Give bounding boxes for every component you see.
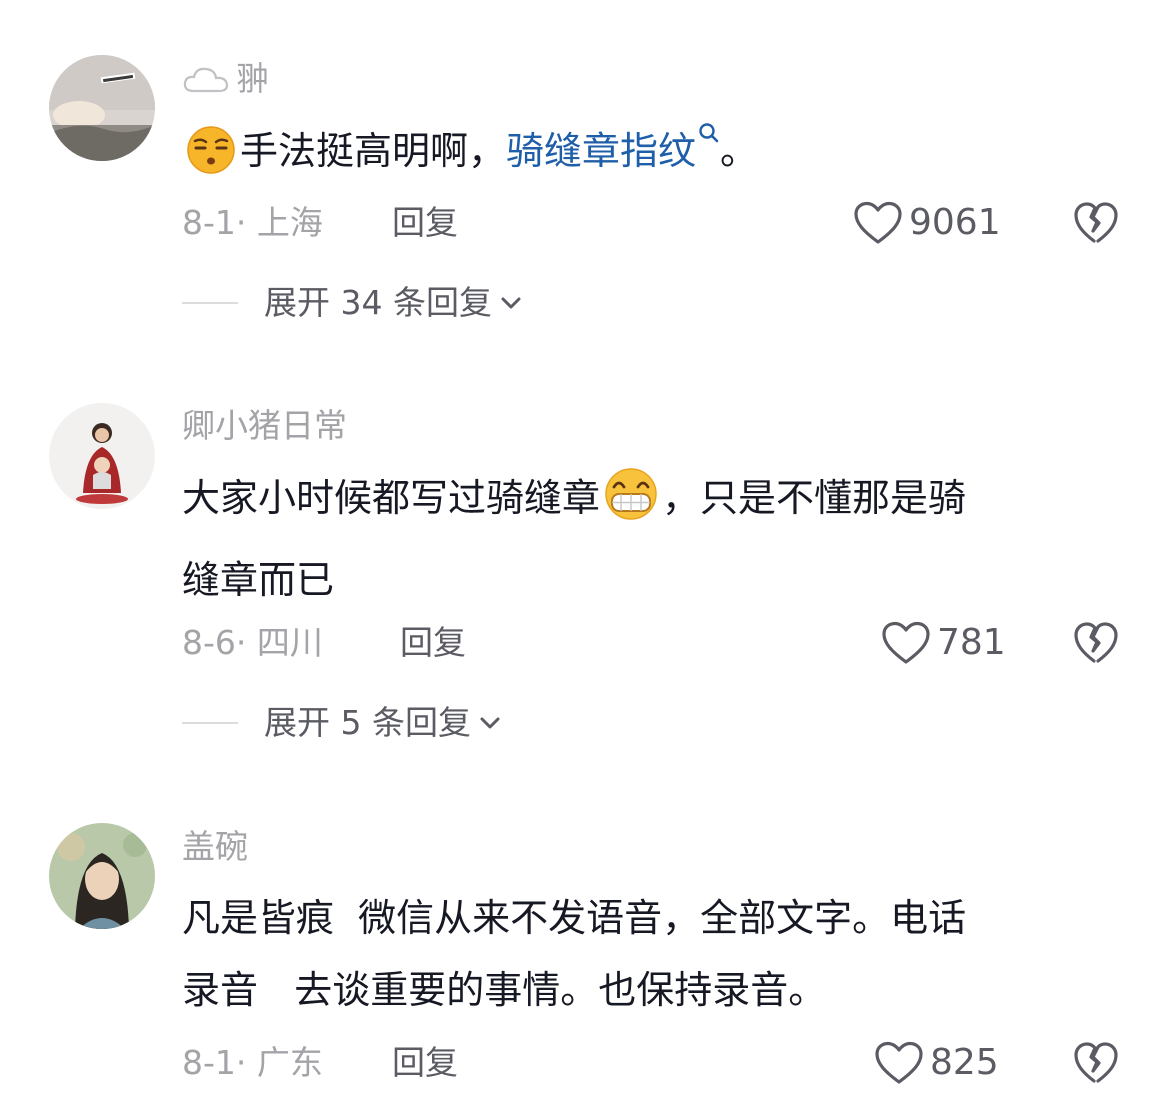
reply-button[interactable]: 回复 (392, 201, 458, 245)
like-button[interactable]: 781 (881, 621, 1006, 665)
username-text: 翀 (236, 59, 269, 98)
comment-content: 大家小时候都写过骑缝章 ，只是不懂那是骑 缝章而已 (182, 462, 1102, 616)
like-button[interactable]: 9061 (853, 201, 1001, 245)
content-text: 缝章而已 (182, 558, 335, 602)
username[interactable]: 翀 (182, 58, 269, 100)
dislike-button[interactable] (1073, 621, 1119, 669)
content-tail: 。 (720, 129, 759, 173)
reply-button[interactable]: 回复 (400, 621, 466, 665)
content-text: 凡是皆痕 微信从来不发语音，全部文字。电话 (182, 896, 967, 940)
divider (182, 302, 238, 304)
date-location: 8-6· 四川 (182, 623, 323, 662)
avatar[interactable] (49, 823, 155, 929)
content-text: ，只是不懂那是骑 (662, 476, 967, 520)
content-text: 大家小时候都写过骑缝章 (182, 476, 601, 520)
woman-baby-avatar-icon (49, 403, 155, 509)
broken-heart-icon (1074, 622, 1118, 663)
like-count: 825 (930, 1042, 999, 1083)
avatar[interactable] (49, 55, 155, 161)
content-text: 手法挺高明啊， (240, 129, 507, 173)
username[interactable]: 卿小猪日常 (182, 405, 347, 447)
search-icon[interactable] (698, 122, 720, 146)
dislike-button[interactable] (1073, 201, 1119, 249)
cloud-icon (183, 67, 229, 93)
username[interactable]: 盖碗 (182, 826, 248, 868)
expand-replies[interactable]: 展开 5 条回复 (182, 701, 501, 745)
expand-replies[interactable]: 展开 34 条回复 (182, 281, 522, 325)
divider (182, 722, 238, 724)
grinning-face-emoji (600, 467, 662, 544)
expand-label: 展开 34 条回复 (264, 283, 492, 322)
heart-outline-icon (854, 201, 902, 244)
content-text: 录音 去谈重要的事情。也保持录音。 (182, 968, 827, 1012)
dislike-button[interactable] (1073, 1041, 1119, 1089)
like-button[interactable]: 825 (874, 1041, 999, 1085)
username-text: 盖碗 (182, 827, 248, 866)
broken-heart-icon (1074, 1042, 1118, 1083)
reply-button[interactable]: 回复 (392, 1041, 458, 1085)
like-count: 9061 (909, 202, 1001, 243)
chevron-down-icon (480, 717, 500, 729)
like-count: 781 (937, 622, 1006, 663)
username-text: 卿小猪日常 (182, 406, 347, 445)
heart-outline-icon (882, 621, 930, 664)
woman-portrait-avatar-icon (49, 823, 155, 929)
landscape-avatar-icon (49, 55, 155, 161)
comment-content: 手法挺高明啊，骑缝章指纹。 (182, 115, 1102, 197)
chevron-down-icon (501, 297, 521, 309)
avatar[interactable] (49, 403, 155, 509)
broken-heart-icon (1074, 202, 1118, 243)
date-location: 8-1· 广东 (182, 1043, 323, 1082)
date-location: 8-1· 上海 (182, 203, 323, 242)
keyword-link[interactable]: 骑缝章指纹 (506, 129, 696, 173)
comment-content: 凡是皆痕 微信从来不发语音，全部文字。电话 录音 去谈重要的事情。也保持录音。 (182, 882, 1102, 1026)
sleepy-face-emoji (182, 125, 240, 197)
expand-label: 展开 5 条回复 (264, 703, 471, 742)
heart-outline-icon (875, 1041, 923, 1084)
